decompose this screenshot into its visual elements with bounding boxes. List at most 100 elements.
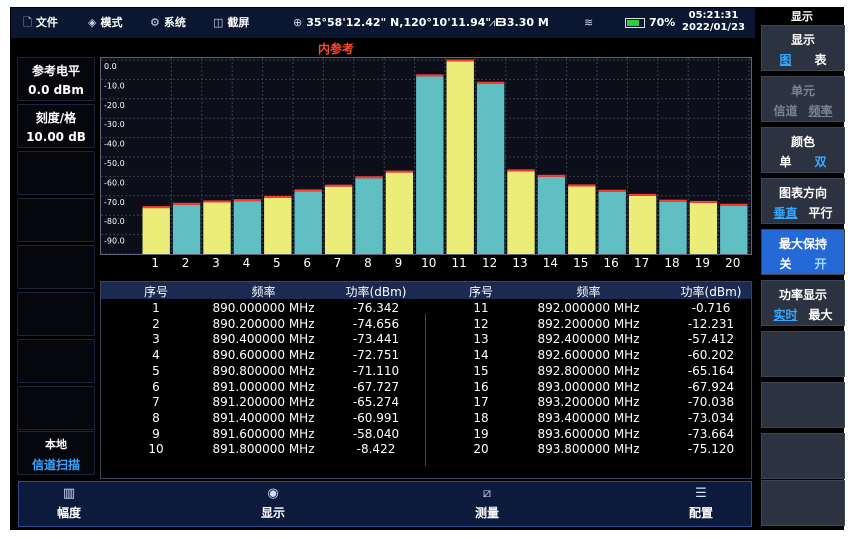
- color-option-single: 单: [779, 155, 792, 169]
- table-cell: 5: [152, 363, 160, 378]
- table-cell: 891.800000 MHz: [212, 442, 315, 457]
- table-cell: 17: [473, 395, 489, 410]
- table-header-cell: 序号: [468, 285, 493, 299]
- table-cell: -8.422: [356, 442, 396, 457]
- bar-14: [537, 176, 566, 254]
- unit-toggle-button[interactable]: 单元 信道 频率: [761, 76, 845, 122]
- source-label: 本地: [45, 438, 67, 451]
- table-cell: 7: [152, 395, 160, 410]
- color-toggle-button[interactable]: 颜色 单 双: [761, 127, 845, 173]
- menu-mode[interactable]: ◈ 模式: [88, 8, 122, 38]
- table-cell: -73.664: [687, 426, 735, 441]
- scale-box[interactable]: 刻度/格 10.00 dB: [17, 104, 95, 148]
- menu-screenshot[interactable]: ◫ 截屏: [213, 8, 249, 38]
- table-cell: 891.600000 MHz: [212, 426, 315, 441]
- x-tick-label: 20: [725, 256, 741, 270]
- menu-system[interactable]: ⚙ 系统: [150, 8, 186, 38]
- table-cell: 893.800000 MHz: [537, 442, 640, 457]
- color-option-dual: 双: [814, 155, 827, 169]
- peak-marker-5: [264, 195, 292, 198]
- bar-2: [172, 204, 201, 254]
- right-slot-10[interactable]: [761, 480, 845, 526]
- power-display-toggle-button[interactable]: 功率显示 实时 最大: [761, 280, 845, 326]
- source-box[interactable]: 本地 信道扫描: [17, 431, 95, 475]
- config-button[interactable]: ☰ 配置: [651, 482, 751, 526]
- ref-level-box[interactable]: 参考电平 0.0 dBm: [17, 57, 95, 101]
- table-cell: 890.800000 MHz: [212, 363, 315, 378]
- right-slot-9[interactable]: [761, 433, 845, 479]
- bottom-menu: ▥ 幅度 ◉ 显示 ⧄ 测量 ☰ 配置: [18, 481, 752, 527]
- bar-4: [233, 201, 262, 254]
- left-slot-5[interactable]: [17, 245, 95, 289]
- amplitude-label: 幅度: [56, 506, 81, 520]
- left-slot-6[interactable]: [17, 292, 95, 336]
- peak-marker-10: [416, 74, 444, 77]
- gps-readout: ⊕ 35°58'12.42" N,120°10'11.94" E: [293, 8, 502, 38]
- bar-18: [659, 201, 687, 254]
- file-icon: 🗋: [23, 16, 32, 29]
- bar-6: [294, 191, 322, 254]
- menu-mode-label: 模式: [100, 16, 123, 29]
- max-hold-toggle-button[interactable]: 最大保持 关 开: [761, 229, 845, 275]
- peak-marker-14: [537, 174, 566, 177]
- clock-time: 05:21:31: [688, 10, 739, 21]
- table-cell: -67.727: [352, 379, 400, 394]
- x-tick-label: 15: [573, 256, 589, 270]
- scale-label: 刻度/格: [35, 111, 77, 125]
- table-cell: 893.600000 MHz: [537, 426, 640, 441]
- table-cell: 12: [473, 316, 489, 331]
- x-axis: 1 2 3 4 5 6 7 8 9 10 11 12 13 14 15 16 17 18 19 20: [140, 256, 750, 272]
- y-tick-label: -30.0: [104, 120, 125, 129]
- table-cell: -73.441: [352, 332, 400, 347]
- left-slot-4[interactable]: [17, 198, 95, 242]
- bar-19: [689, 202, 718, 254]
- orientation-toggle-button[interactable]: 图表方向 垂直 平行: [761, 178, 845, 224]
- table-cell: -60.991: [352, 410, 400, 425]
- y-tick-label: -60.0: [104, 178, 125, 187]
- right-slot-7[interactable]: [761, 331, 845, 377]
- chart-svg: 0.0 -10.0 -20.0 -30.0 -40.0 -50.0 -60.0 -70.0 -8…: [101, 58, 751, 255]
- table-cell: 1: [152, 301, 160, 315]
- layers-icon: ◈: [88, 16, 97, 29]
- camera-icon: ◫: [213, 16, 224, 29]
- menu-screenshot-label: 截屏: [227, 16, 250, 29]
- table-cell: -75.120: [687, 442, 735, 457]
- eye-icon: ◉: [267, 486, 279, 501]
- x-tick-label: 18: [664, 256, 680, 270]
- bar-13: [507, 171, 535, 254]
- altitude-icon: ⩘: [489, 16, 496, 29]
- amplitude-button[interactable]: ▥ 幅度: [19, 482, 119, 526]
- menu-system-label: 系统: [163, 16, 186, 29]
- bar-9: [385, 172, 414, 254]
- x-tick-label: 12: [481, 256, 498, 270]
- measure-button[interactable]: ⧄ 测量: [437, 482, 537, 526]
- table-cell: 20: [473, 442, 489, 457]
- left-slot-7[interactable]: [17, 339, 95, 383]
- x-tick-label: 1: [151, 256, 160, 270]
- menu-file[interactable]: 🗋 文件: [23, 8, 58, 38]
- y-tick-label: -10.0: [104, 81, 125, 90]
- table-cell: -70.038: [687, 395, 735, 410]
- peak-marker-4: [233, 199, 262, 202]
- left-slot-3[interactable]: [17, 151, 95, 195]
- bar-chart-icon: ▥: [62, 486, 76, 501]
- clock: 05:21:31 2022/01/23: [682, 10, 745, 34]
- left-slot-8[interactable]: [17, 386, 95, 430]
- orientation-option-parallel: 平行: [808, 206, 833, 220]
- table-cell: 890.400000 MHz: [212, 332, 315, 347]
- y-tick-label: 0.0: [104, 62, 117, 71]
- gps-coordinates: 35°58'12.42" N,120°10'11.94" E: [306, 16, 503, 29]
- power-display-title: 功率显示: [778, 288, 827, 302]
- y-tick-label: -80.0: [104, 217, 125, 226]
- table-header-cell: 频率: [576, 285, 601, 299]
- y-tick-label: -90.0: [104, 237, 125, 246]
- y-tick-label: -20.0: [104, 101, 125, 110]
- display-toggle-button[interactable]: 显示 图 表: [761, 25, 845, 71]
- x-tick-label: 5: [272, 256, 281, 270]
- wifi-icon: ≋: [584, 16, 594, 29]
- right-slot-8[interactable]: [761, 382, 845, 428]
- table-cell: 891.200000 MHz: [212, 395, 315, 410]
- battery-indicator: 70%: [625, 8, 675, 38]
- display-button[interactable]: ◉ 显示: [223, 482, 323, 526]
- peak-marker-7: [324, 184, 353, 187]
